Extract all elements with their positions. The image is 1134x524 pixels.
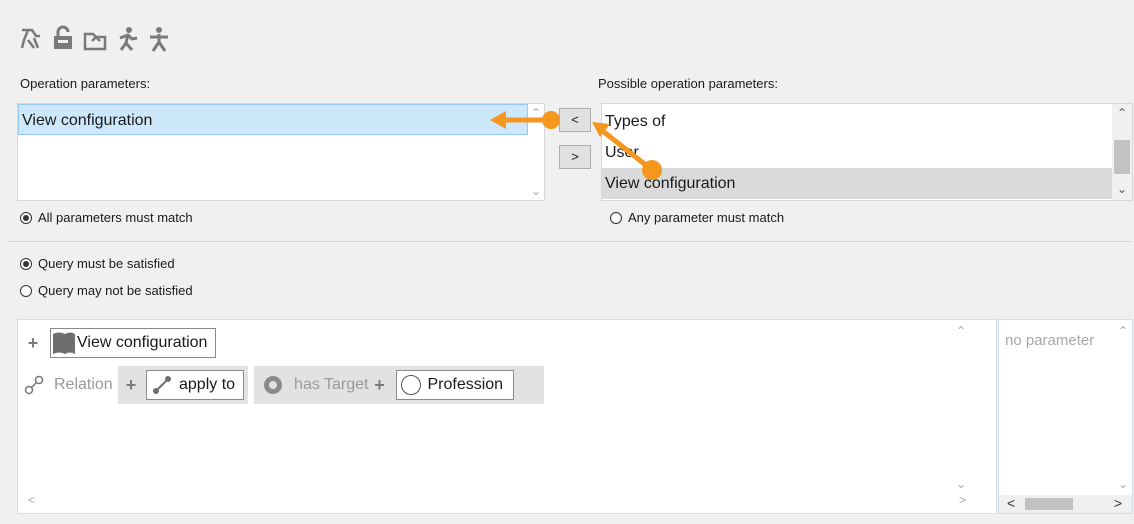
radio-label: Any parameter must match bbox=[628, 210, 785, 225]
lock-query-icon[interactable] bbox=[50, 24, 76, 57]
target-value-tag[interactable]: Profession bbox=[396, 370, 515, 400]
no-parameter-label: no parameter bbox=[1005, 332, 1095, 349]
scroll-thumb[interactable] bbox=[1025, 498, 1073, 510]
relation-label: Relation bbox=[54, 376, 113, 393]
scroll-right-icon[interactable]: > bbox=[959, 493, 966, 507]
operation-parameters-label: Operation parameters: bbox=[20, 76, 151, 91]
root-node-label: View configuration bbox=[77, 334, 208, 351]
scroll-up-icon[interactable]: ⌃ bbox=[1117, 106, 1127, 120]
scroll-right-icon[interactable]: > bbox=[1114, 495, 1122, 511]
operation-parameters-list[interactable]: View configuration ⌃ ⌄ bbox=[17, 103, 545, 201]
possible-parameters-label: Possible operation parameters: bbox=[598, 76, 778, 91]
parameter-side-panel[interactable]: no parameter ⌃ ⌄ < > bbox=[998, 319, 1133, 514]
annotation-arrows bbox=[490, 111, 662, 180]
scroll-left-icon[interactable]: < bbox=[1007, 495, 1015, 511]
scroll-thumb[interactable] bbox=[1114, 140, 1130, 174]
folder-query-icon[interactable] bbox=[82, 24, 108, 57]
list-item[interactable]: View configuration bbox=[602, 168, 1112, 199]
any-parameter-radio[interactable]: Any parameter must match bbox=[610, 210, 784, 225]
query-root-node[interactable]: + View configuration bbox=[24, 328, 217, 358]
radio-label: Query must be satisfied bbox=[38, 256, 175, 271]
scrollbar[interactable]: ⌃ ⌄ bbox=[1112, 104, 1132, 200]
scroll-down-icon[interactable]: ⌄ bbox=[1118, 477, 1128, 491]
horizontal-scrollbar[interactable]: < > bbox=[999, 495, 1132, 513]
all-parameters-radio[interactable]: All parameters must match bbox=[20, 210, 193, 225]
expand-plus-icon[interactable]: + bbox=[24, 333, 42, 354]
query-graph-canvas[interactable]: + View configuration Relation + apply to… bbox=[17, 319, 997, 514]
list-item[interactable]: View configuration bbox=[18, 104, 528, 135]
target-value-label: Profession bbox=[427, 376, 504, 393]
has-target-label: has Target bbox=[294, 376, 369, 393]
scroll-up-icon[interactable]: ⌃ bbox=[956, 324, 966, 338]
query-satisfied-radio[interactable]: Query must be satisfied bbox=[20, 256, 175, 271]
target-group: has Target + Profession bbox=[254, 366, 545, 404]
person-stand-icon[interactable] bbox=[146, 24, 172, 57]
possible-parameters-list[interactable]: Types of User View configuration ⌃ ⌄ bbox=[601, 103, 1133, 201]
radio-label: All parameters must match bbox=[38, 210, 193, 225]
person-run-icon[interactable] bbox=[114, 24, 140, 57]
radio-empty-icon bbox=[610, 211, 622, 224]
radio-selected-icon bbox=[20, 211, 32, 224]
expand-plus-icon[interactable]: + bbox=[122, 375, 140, 396]
relation-link-icon bbox=[153, 376, 171, 394]
divider bbox=[8, 241, 1132, 242]
radio-selected-icon bbox=[20, 257, 32, 270]
list-item[interactable]: User bbox=[602, 137, 1112, 168]
query-not-satisfied-radio[interactable]: Query may not be satisfied bbox=[20, 283, 193, 298]
scroll-down-icon[interactable]: ⌄ bbox=[956, 477, 966, 491]
list-item-label: View configuration bbox=[22, 112, 153, 129]
relation-value-tag[interactable]: apply to bbox=[146, 370, 245, 400]
relation-group: + apply to bbox=[118, 366, 249, 404]
list-item[interactable]: Types of bbox=[602, 106, 1112, 137]
root-node-tag[interactable]: View configuration bbox=[50, 328, 217, 358]
toolbar bbox=[18, 24, 172, 57]
expand-plus-icon[interactable]: + bbox=[370, 375, 388, 396]
relation-icon bbox=[24, 375, 44, 395]
book-icon bbox=[53, 332, 75, 354]
relation-row: Relation + apply to has Target + Profess… bbox=[24, 366, 545, 404]
walk-query-icon[interactable] bbox=[18, 24, 44, 57]
radio-label: Query may not be satisfied bbox=[38, 283, 193, 298]
radio-empty-icon bbox=[20, 284, 32, 297]
scroll-up-icon[interactable]: ⌃ bbox=[1118, 324, 1128, 338]
scroll-left-icon[interactable]: < bbox=[28, 493, 35, 507]
class-circle-icon bbox=[401, 375, 422, 395]
scroll-down-icon[interactable]: ⌄ bbox=[1117, 182, 1127, 196]
relation-value-label: apply to bbox=[179, 376, 236, 393]
target-icon bbox=[264, 376, 283, 394]
